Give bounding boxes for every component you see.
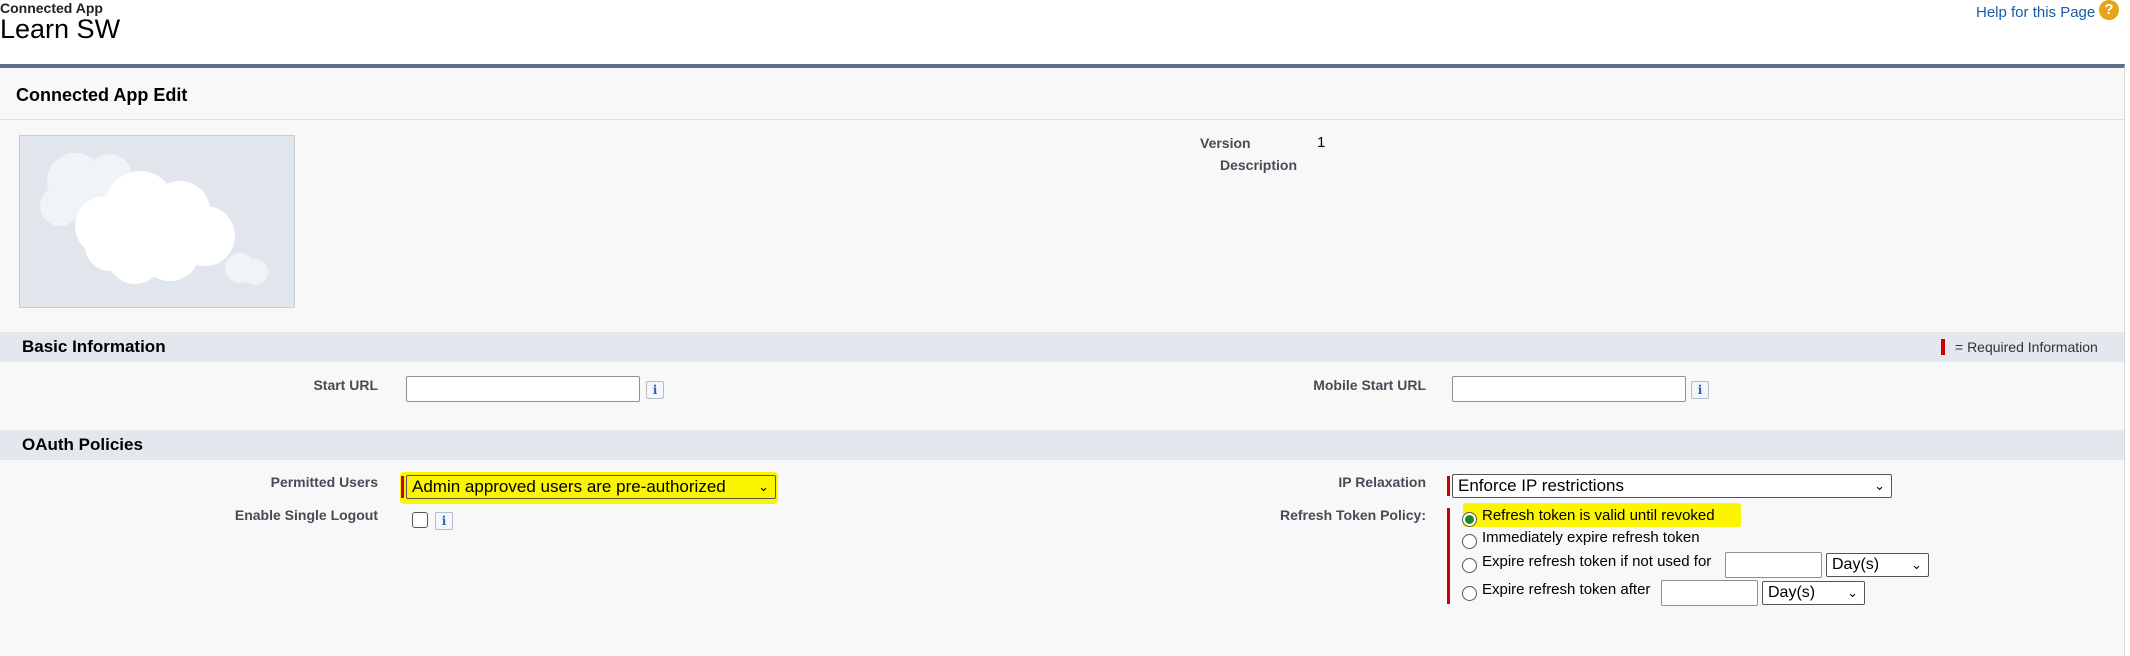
enable-single-logout-checkbox[interactable] — [412, 512, 428, 528]
info-icon[interactable]: i — [646, 381, 664, 399]
enable-single-logout-label: Enable Single Logout — [234, 507, 378, 523]
ip-relaxation-select[interactable]: Enforce IP restrictions ⌄ — [1452, 474, 1892, 498]
permitted-users-value: Admin approved users are pre-authorized — [412, 477, 726, 496]
panel-header-divider — [0, 119, 2124, 120]
expire-after-unit-select[interactable]: Day(s) ⌄ — [1762, 581, 1865, 605]
refresh-valid-until-revoked-radio[interactable] — [1462, 512, 1477, 527]
ip-relaxation-value: Enforce IP restrictions — [1458, 476, 1624, 495]
version-value: 1 — [1317, 134, 1326, 151]
description-label: Description — [1220, 157, 1298, 173]
panel-title: Connected App Edit — [16, 85, 188, 105]
chevron-down-icon: ⌄ — [1874, 478, 1885, 493]
required-indicator — [1447, 508, 1450, 604]
unit-value: Day(s) — [1768, 584, 1816, 601]
refresh-token-policy-label: Refresh Token Policy: — [1279, 507, 1426, 523]
refresh-option-label: Immediately expire refresh token — [1482, 529, 1700, 546]
version-label: Version — [1200, 135, 1251, 151]
permitted-users-select[interactable]: Admin approved users are pre-authorized … — [406, 475, 776, 499]
question-circle-icon[interactable]: ? — [2099, 0, 2119, 20]
chevron-down-icon: ⌄ — [1847, 585, 1858, 600]
mobile-start-url-input[interactable] — [1452, 376, 1686, 402]
ip-relaxation-label: IP Relaxation — [1338, 474, 1426, 490]
chevron-down-icon: ⌄ — [758, 479, 769, 494]
expire-if-not-used-unit-select[interactable]: Day(s) ⌄ — [1826, 553, 1929, 577]
oauth-policies-title: OAuth Policies — [22, 435, 143, 454]
basic-information-title: Basic Information — [22, 337, 166, 356]
expire-after-amount-input[interactable] — [1661, 580, 1758, 606]
required-indicator — [1447, 476, 1450, 496]
refresh-option-label: Refresh token is valid until revoked — [1482, 507, 1715, 524]
immediately-expire-radio[interactable] — [1462, 534, 1477, 549]
start-url-input[interactable] — [406, 376, 640, 402]
required-indicator — [401, 476, 404, 498]
expire-if-not-used-amount-input[interactable] — [1725, 552, 1822, 578]
cloud-logo-icon — [19, 135, 295, 308]
page-title: Learn SW — [0, 14, 121, 44]
info-icon[interactable]: i — [1691, 381, 1709, 399]
refresh-option-label: Expire refresh token after — [1482, 581, 1651, 598]
oauth-policies-section — [0, 430, 2124, 460]
help-link[interactable]: Help for this Page — [1976, 4, 2095, 22]
info-icon[interactable]: i — [435, 512, 453, 530]
required-legend: = Required Information — [1955, 339, 2098, 355]
chevron-down-icon: ⌄ — [1911, 557, 1922, 572]
required-indicator — [1941, 339, 1945, 355]
unit-value: Day(s) — [1832, 556, 1880, 573]
mobile-start-url-label: Mobile Start URL — [1313, 377, 1426, 393]
permitted-users-label: Permitted Users — [270, 474, 378, 490]
basic-information-section — [0, 332, 2124, 362]
refresh-option-label: Expire refresh token if not used for — [1482, 553, 1712, 570]
expire-after-radio[interactable] — [1462, 586, 1477, 601]
start-url-label: Start URL — [313, 377, 378, 393]
expire-if-not-used-radio[interactable] — [1462, 558, 1477, 573]
